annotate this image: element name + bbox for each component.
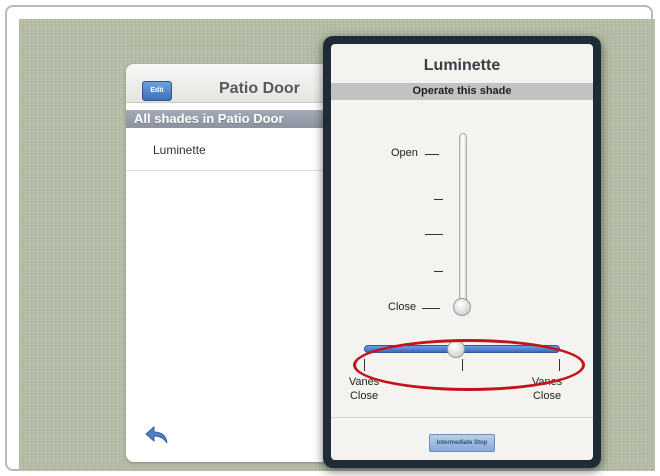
section-header: All shades in Patio Door [126, 110, 346, 128]
intermediate-stop-button[interactable]: Intermediate Stop [429, 434, 495, 452]
shade-list-panel: Edit Patio Door All shades in Patio Door… [126, 64, 346, 462]
device-frame: Edit Patio Door All shades in Patio Door… [5, 5, 655, 471]
app-screen: Edit Patio Door All shades in Patio Door… [19, 19, 655, 471]
operate-bar: Operate this shade [331, 83, 593, 100]
shade-control-popover: Luminette Operate this shade Open Close [323, 36, 601, 468]
slider-tick [434, 271, 443, 272]
slider-tick [422, 308, 440, 309]
shade-position-slider-thumb[interactable] [453, 298, 471, 316]
operate-label: Operate this shade [412, 85, 512, 97]
list-item[interactable]: Luminette [126, 130, 346, 171]
slider-tick [434, 199, 443, 200]
close-label: Close [388, 301, 417, 313]
shade-title: Luminette [423, 57, 501, 74]
divider [331, 417, 593, 418]
room-title: Patio Door [219, 80, 300, 97]
slider-tick [425, 154, 439, 155]
section-label: All shades in Patio Door [134, 111, 284, 126]
list-item-label: Luminette [153, 143, 206, 157]
list-header: Edit Patio Door [126, 64, 346, 103]
back-arrow-icon[interactable] [144, 424, 170, 446]
open-label: Open [391, 147, 418, 159]
highlight-annotation [353, 339, 585, 391]
slider-tick [425, 234, 443, 235]
edit-button[interactable]: Edit [142, 81, 172, 101]
popover-content: Luminette Operate this shade Open Close [331, 44, 593, 460]
shade-position-slider-track[interactable] [459, 133, 467, 309]
